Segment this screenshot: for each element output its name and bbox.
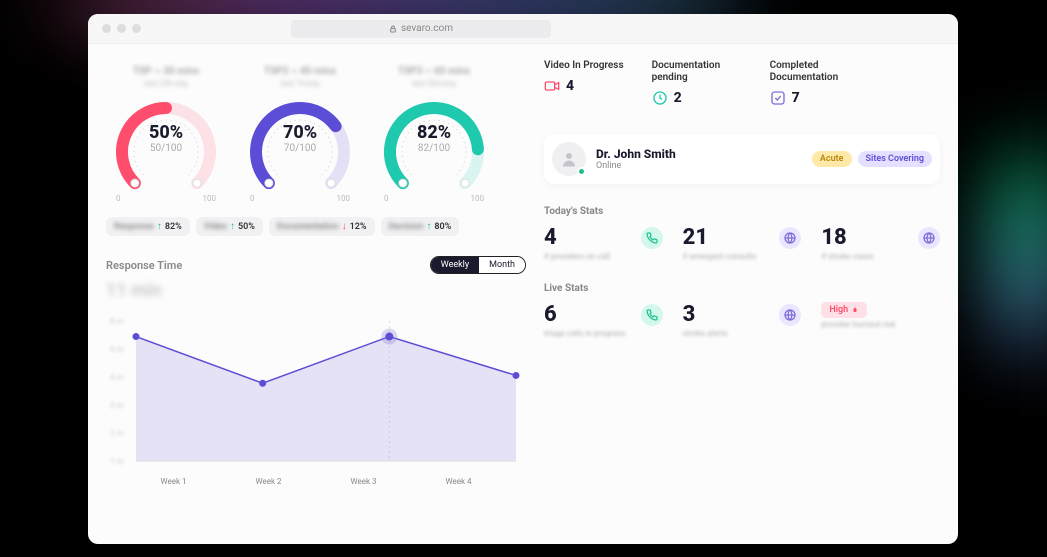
pill-2[interactable]: Documentation ↓ 12% (269, 217, 375, 236)
pill-0[interactable]: Response ↑ 82% (106, 217, 190, 236)
live-stat-1: 3 stroke alerts (683, 302, 802, 338)
live-title: Live Stats (544, 283, 940, 294)
app-window: sevaro.com TSP ~ 30 mins last 24h avg 50… (88, 14, 958, 544)
svg-text:2 m: 2 m (110, 429, 124, 438)
svg-text:4 m: 4 m (110, 373, 124, 382)
url-text: sevaro.com (401, 23, 453, 34)
titlebar: sevaro.com (88, 14, 958, 44)
pill-1[interactable]: Video ↑ 50% (196, 217, 263, 236)
profile-status: Online (596, 161, 676, 171)
online-dot (577, 167, 586, 176)
profile-name: Dr. John Smith (596, 147, 676, 161)
avatar (552, 142, 586, 176)
badge-acute[interactable]: Acute (812, 151, 852, 167)
traffic-lights (102, 24, 141, 33)
svg-text:6 m: 6 m (110, 345, 124, 354)
user-icon (560, 150, 578, 168)
lock-icon (389, 25, 397, 33)
url-bar[interactable]: sevaro.com (291, 20, 551, 38)
badge-sites[interactable]: Sites Covering (858, 151, 933, 167)
svg-text:1 m: 1 m (110, 457, 124, 466)
today-title: Today's Stats (544, 206, 940, 217)
profile-card: Dr. John Smith Online Acute Sites Coveri… (544, 134, 940, 184)
toggle-month[interactable]: Month (479, 257, 525, 273)
globe-icon (918, 227, 940, 249)
traffic-max[interactable] (132, 24, 141, 33)
globe-icon (779, 227, 801, 249)
chart-big-value: 11 min (106, 280, 526, 301)
traffic-close[interactable] (102, 24, 111, 33)
line-chart: 8 m6 m4 m3 m2 m1 m Week 1Week 2Week 3Wee… (106, 311, 526, 486)
gauge-1: TSP2 ~ 45 mins last 7d avg 70% 70/100 01… (240, 66, 360, 203)
live-risk: High provider burnout risk (821, 302, 940, 338)
video-icon (544, 78, 560, 94)
status-2: Completed Documentation 7 (770, 60, 860, 106)
toggle-weekly[interactable]: Weekly (431, 257, 479, 273)
svg-text:8 m: 8 m (110, 317, 124, 326)
live-stat-0: 6 triage calls in progress (544, 302, 663, 338)
gauge-0: TSP ~ 30 mins last 24h avg 50% 50/100 01… (106, 66, 226, 203)
today-stat-1: 21 # emergent consults (683, 225, 802, 261)
time-toggle: Weekly Month (430, 256, 526, 274)
phone-icon (641, 227, 663, 249)
flame-icon (851, 306, 859, 314)
status-0: Video In Progress 4 (544, 60, 624, 106)
clock-icon (652, 90, 668, 106)
status-1: Documentation pending 2 (652, 60, 742, 106)
gauge-2: TSP3 ~ 60 mins last 30d avg 82% 82/100 0… (374, 66, 494, 203)
pill-3[interactable]: Decision ↑ 80% (381, 217, 460, 236)
check-icon (770, 90, 786, 106)
today-stat-2: 18 # stroke cases (821, 225, 940, 261)
chart-title: Response Time (106, 259, 182, 272)
phone-icon (641, 304, 663, 326)
globe-icon (779, 304, 801, 326)
risk-badge: High (821, 302, 867, 318)
svg-text:3 m: 3 m (110, 401, 124, 410)
today-stat-0: 4 # providers on call (544, 225, 663, 261)
traffic-min[interactable] (117, 24, 126, 33)
